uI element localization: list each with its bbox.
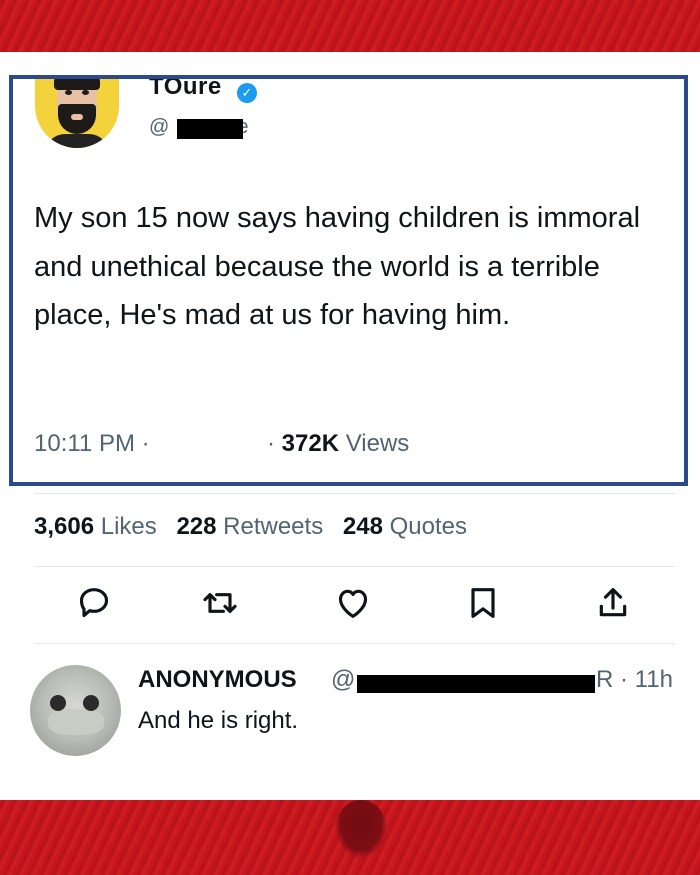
retweets-count: 228 <box>176 513 217 540</box>
tweet-highlight-frame: TOure ✓ @e My son 15 now says having chi… <box>9 75 688 486</box>
likes-label: Likes <box>100 513 157 540</box>
retweets-stat[interactable]: 228 Retweets <box>176 513 323 540</box>
avatar-eye-left <box>65 90 72 95</box>
blood-drip-decoration <box>335 800 387 858</box>
reply-timestamp[interactable]: R · 11h <box>596 666 673 694</box>
share-icon <box>599 588 627 617</box>
avatar-shirt <box>45 134 109 148</box>
tweet-timestamp[interactable]: 10:11 PM · <box>34 430 150 458</box>
reply-text: And he is right. <box>138 707 299 734</box>
like-button[interactable] <box>333 583 373 623</box>
views-label: Views <box>345 430 410 457</box>
retweet-icon <box>203 593 237 613</box>
like-icon <box>338 589 368 618</box>
author-avatar[interactable] <box>35 79 119 148</box>
top-red-banner <box>0 0 700 52</box>
quotes-count: 248 <box>342 513 383 540</box>
tweet-views: · 372K Views <box>267 430 409 458</box>
engagement-stats: 3,606 Likes 228 Retweets 248 Quotes <box>34 513 467 541</box>
reply-avatar[interactable] <box>30 665 121 756</box>
redaction-bar-reply-handle <box>357 675 595 693</box>
reply-tweet[interactable]: ANONYMOUS @ R · 11h And he is right. <box>0 645 700 785</box>
avatar-snout <box>48 709 104 735</box>
views-separator: · <box>267 430 275 457</box>
retweet-button[interactable] <box>200 583 240 623</box>
divider <box>34 643 675 644</box>
redaction-bar-handle <box>177 119 243 139</box>
reply-author-name[interactable]: ANONYMOUS <box>138 666 297 694</box>
share-button[interactable] <box>593 583 633 623</box>
bookmark-icon <box>471 588 495 618</box>
reply-icon <box>79 588 109 618</box>
action-bar <box>0 583 700 629</box>
avatar-eye-left <box>50 695 66 711</box>
quotes-label: Quotes <box>389 513 467 540</box>
views-count: 372K <box>281 430 340 457</box>
verified-badge-icon: ✓ <box>237 83 257 103</box>
divider <box>34 566 675 567</box>
likes-stat[interactable]: 3,606 Likes <box>34 513 157 540</box>
retweets-label: Retweets <box>223 513 324 540</box>
avatar-eye-right <box>82 90 89 95</box>
tweet-text: My son 15 now says having children is im… <box>34 202 641 331</box>
bookmark-button[interactable] <box>463 583 503 623</box>
quotes-stat[interactable]: 248 Quotes <box>343 513 467 540</box>
avatar-eye-right <box>83 695 99 711</box>
avatar-hair <box>54 79 100 90</box>
avatar-mouth <box>71 114 83 120</box>
author-display-name[interactable]: TOure <box>149 79 222 101</box>
likes-count: 3,606 <box>34 513 95 540</box>
handle-prefix: @ <box>149 116 170 138</box>
reply-handle-prefix[interactable]: @ <box>331 666 355 694</box>
reply-button[interactable] <box>74 583 114 623</box>
divider <box>34 493 675 494</box>
